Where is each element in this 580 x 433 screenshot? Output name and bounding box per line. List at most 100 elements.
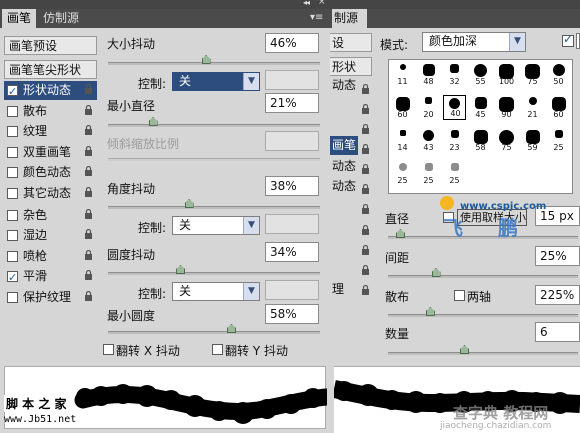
- min-diameter-input[interactable]: 21%: [265, 93, 319, 113]
- lock-icon[interactable]: [361, 83, 370, 97]
- lock-icon[interactable]: [84, 145, 93, 156]
- brush-preset[interactable]: 75: [521, 62, 544, 87]
- brush-preset[interactable]: 90: [495, 95, 518, 120]
- brush-preset[interactable]: 100: [495, 62, 518, 87]
- lock-icon[interactable]: [84, 104, 93, 115]
- collapse-icon[interactable]: ◂◂: [303, 0, 310, 7]
- brush-preset[interactable]: 20: [417, 95, 440, 120]
- brush-preset[interactable]: 75: [495, 128, 518, 153]
- brush-preset[interactable]: 21: [521, 95, 544, 120]
- brush-list-checkbox[interactable]: [7, 291, 18, 303]
- lock-icon[interactable]: [361, 163, 370, 177]
- brush-preset[interactable]: 58: [469, 128, 492, 153]
- brush-list-checkbox[interactable]: [7, 209, 18, 221]
- brush-list-item-12[interactable]: 保护纹理: [4, 288, 97, 307]
- brush-preset[interactable]: 25: [547, 128, 570, 153]
- brush-preset[interactable]: 43: [417, 128, 440, 153]
- roundness-jitter-input[interactable]: 34%: [265, 242, 319, 262]
- brush-preset[interactable]: 48: [417, 62, 440, 87]
- min-roundness-input[interactable]: 58%: [265, 304, 319, 324]
- size-jitter-slider[interactable]: [108, 62, 320, 65]
- brush-list-item-10[interactable]: 喷枪: [4, 247, 97, 266]
- right-list-item-brush[interactable]: 画笔: [330, 136, 358, 155]
- brush-list-checkbox[interactable]: [7, 250, 18, 262]
- right-list-header-1[interactable]: 设: [330, 33, 372, 52]
- lock-icon[interactable]: [84, 125, 93, 135]
- lock-icon[interactable]: [361, 203, 370, 217]
- lock-icon[interactable]: [84, 166, 93, 176]
- lock-icon[interactable]: [361, 123, 370, 137]
- brush-preset[interactable]: 45: [469, 95, 492, 120]
- lock-icon[interactable]: [361, 224, 370, 238]
- lock-icon[interactable]: [84, 249, 93, 260]
- mode-enable-checkbox[interactable]: ✓: [562, 32, 574, 47]
- right-list-item-4[interactable]: 理: [330, 280, 358, 299]
- brush-preset[interactable]: 25: [391, 161, 414, 186]
- lock-icon[interactable]: [84, 186, 93, 197]
- brush-preset[interactable]: 40: [443, 95, 466, 120]
- panel-menu-icon[interactable]: ▾≡: [310, 12, 327, 25]
- tab-clone-source[interactable]: 仿制源: [38, 9, 84, 28]
- roundness-jitter-slider[interactable]: [108, 272, 320, 275]
- lock-icon[interactable]: [361, 284, 370, 298]
- brush-list-item-5[interactable]: 双重画笔: [4, 143, 97, 162]
- brush-preset[interactable]: 59: [521, 128, 544, 153]
- brush-preset[interactable]: 50: [547, 62, 570, 87]
- brush-list-item-11[interactable]: 平滑: [4, 267, 97, 287]
- lock-icon[interactable]: [361, 244, 370, 258]
- spacing-input[interactable]: 25%: [535, 246, 580, 266]
- brush-list-checkbox[interactable]: [7, 146, 18, 158]
- brush-preset[interactable]: 60: [547, 95, 570, 120]
- roundness-control-dropdown[interactable]: 关 ▼: [172, 282, 260, 301]
- lock-icon[interactable]: [361, 183, 370, 197]
- scatter-slider[interactable]: [388, 314, 578, 317]
- brush-list-checkbox[interactable]: [7, 187, 18, 199]
- count-slider[interactable]: [388, 352, 578, 355]
- mode-dropdown[interactable]: 颜色加深 ▼: [422, 32, 526, 52]
- brush-list-item-9[interactable]: 湿边: [4, 226, 97, 245]
- angle-jitter-slider[interactable]: [108, 206, 320, 209]
- lock-icon[interactable]: [361, 143, 370, 157]
- lock-icon[interactable]: [84, 84, 93, 94]
- brush-list-item-6[interactable]: 颜色动态: [4, 163, 97, 182]
- brush-preset[interactable]: 60: [391, 95, 414, 120]
- brush-list-item-0[interactable]: 画笔预设: [4, 36, 97, 55]
- lock-icon[interactable]: [361, 103, 370, 117]
- brush-list-checkbox[interactable]: [7, 82, 18, 101]
- brush-list-checkbox[interactable]: [7, 167, 18, 178]
- tab-brush[interactable]: 画笔: [2, 9, 37, 28]
- right-list-item-3[interactable]: 动态: [330, 177, 358, 196]
- right-list-item-2[interactable]: 动态: [330, 157, 358, 176]
- angle-jitter-input[interactable]: 38%: [265, 176, 319, 196]
- right-list-item-1[interactable]: 动态: [330, 76, 358, 95]
- brush-list-item-1[interactable]: 画笔笔尖形状: [4, 60, 97, 79]
- brush-list-checkbox[interactable]: [7, 126, 18, 137]
- lock-icon[interactable]: [84, 270, 93, 280]
- flip-x-checkbox[interactable]: [103, 344, 114, 355]
- brush-preset[interactable]: 25: [443, 161, 466, 186]
- angle-control-dropdown[interactable]: 关 ▼: [172, 216, 260, 235]
- spacing-slider[interactable]: [388, 275, 578, 278]
- brush-list-item-8[interactable]: 杂色: [4, 206, 97, 225]
- lock-icon[interactable]: [84, 208, 93, 219]
- right-list-header-2[interactable]: 形状: [330, 57, 372, 76]
- brush-list-item-4[interactable]: 纹理: [4, 122, 97, 141]
- lock-icon[interactable]: [361, 264, 370, 278]
- min-diameter-slider[interactable]: [108, 124, 320, 127]
- brush-list-checkbox[interactable]: [7, 230, 18, 241]
- both-axes-checkbox[interactable]: [454, 290, 465, 301]
- brush-list-item-2[interactable]: 形状动态: [4, 81, 97, 101]
- brush-preset[interactable]: 11: [391, 62, 414, 87]
- brush-preset-grid[interactable]: 11 48 32 55 100 75 50 60 20 40 45 90 21 60 14 43 23 58 75 5…: [388, 59, 573, 194]
- brush-list-item-3[interactable]: 散布: [4, 102, 97, 121]
- flip-y-checkbox[interactable]: [212, 344, 223, 355]
- size-control-dropdown[interactable]: 关 ▼: [172, 72, 260, 91]
- close-icon[interactable]: ×: [318, 0, 326, 7]
- brush-list-item-7[interactable]: 其它动态: [4, 184, 97, 203]
- brush-preset[interactable]: 55: [469, 62, 492, 87]
- lock-icon[interactable]: [84, 290, 93, 301]
- brush-preset[interactable]: 25: [417, 161, 440, 186]
- brush-preset[interactable]: 32: [443, 62, 466, 87]
- min-roundness-slider[interactable]: [108, 331, 320, 334]
- brush-list-checkbox[interactable]: [7, 268, 18, 287]
